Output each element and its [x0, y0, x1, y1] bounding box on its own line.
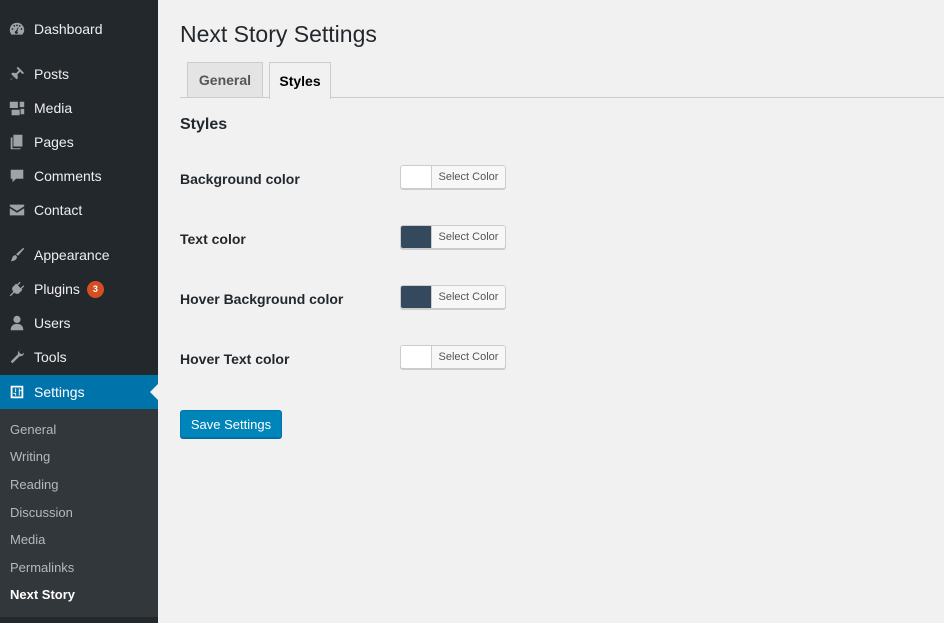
settings-submenu: General Writing Reading Discussion Media…: [0, 409, 158, 617]
menu-item-tools[interactable]: Tools: [0, 340, 158, 374]
media-icon: [0, 91, 34, 125]
wrench-icon: [0, 340, 34, 374]
plug-icon: [0, 272, 34, 306]
submenu-item-permalinks[interactable]: Permalinks: [10, 560, 74, 575]
menu-label: Media: [34, 100, 73, 116]
brush-icon: [0, 238, 34, 272]
save-settings-button[interactable]: Save Settings: [180, 410, 282, 438]
color-swatch: [401, 226, 432, 248]
pages-icon: [0, 125, 34, 159]
update-count-badge: 3: [86, 280, 104, 298]
admin-sidebar: Dashboard Posts Media Pages Comments Con…: [0, 0, 158, 623]
submenu-item-discussion[interactable]: Discussion: [10, 505, 73, 520]
hover-background-color-label: Hover Background color: [180, 291, 344, 307]
pin-icon: [0, 57, 34, 91]
menu-label: Contact: [34, 202, 83, 218]
menu-label: Comments: [34, 168, 102, 184]
background-color-label: Background color: [180, 171, 300, 187]
hover-background-color-picker[interactable]: Select Color: [400, 285, 506, 309]
menu-label: Appearance: [34, 247, 110, 263]
menu-label: Users: [34, 315, 71, 331]
hover-text-color-picker[interactable]: Select Color: [400, 345, 506, 369]
menu-item-users[interactable]: Users: [0, 306, 158, 340]
select-color-button[interactable]: Select Color: [432, 166, 505, 188]
page-title: Next Story Settings: [180, 21, 377, 47]
text-color-picker[interactable]: Select Color: [400, 225, 506, 249]
submenu-item-reading[interactable]: Reading: [10, 477, 58, 492]
menu-item-posts[interactable]: Posts: [0, 57, 158, 91]
submenu-item-next-story[interactable]: Next Story: [10, 587, 75, 602]
user-icon: [0, 306, 34, 340]
envelope-icon: [0, 193, 34, 227]
dashboard-icon: [0, 12, 34, 46]
section-title: Styles: [180, 116, 228, 133]
color-swatch: [401, 286, 432, 308]
menu-label: Settings: [34, 384, 85, 400]
menu-item-appearance[interactable]: Appearance: [0, 238, 158, 272]
menu-label: Tools: [34, 349, 67, 365]
select-color-button[interactable]: Select Color: [432, 346, 505, 368]
menu-item-media[interactable]: Media: [0, 91, 158, 125]
background-color-picker[interactable]: Select Color: [400, 165, 506, 189]
tab-styles[interactable]: Styles: [269, 62, 331, 99]
color-swatch: [401, 166, 432, 188]
menu-item-pages[interactable]: Pages: [0, 125, 158, 159]
hover-text-color-label: Hover Text color: [180, 351, 290, 367]
comment-icon: [0, 159, 34, 193]
select-color-button[interactable]: Select Color: [432, 286, 505, 308]
menu-item-contact[interactable]: Contact: [0, 193, 158, 227]
select-color-button[interactable]: Select Color: [432, 226, 505, 248]
menu-item-settings[interactable]: Settings: [0, 375, 158, 409]
tab-general[interactable]: General: [187, 62, 263, 97]
menu-label: Posts: [34, 66, 70, 82]
color-swatch: [401, 346, 432, 368]
menu-label: Dashboard: [34, 21, 103, 37]
menu-item-comments[interactable]: Comments: [0, 159, 158, 193]
submenu-item-writing[interactable]: Writing: [10, 449, 50, 464]
menu-label: Pages: [34, 134, 74, 150]
menu-item-dashboard[interactable]: Dashboard: [0, 12, 158, 46]
submenu-item-media[interactable]: Media: [10, 532, 45, 547]
text-color-label: Text color: [180, 231, 246, 247]
menu-label: Plugins: [34, 281, 80, 297]
menu-item-plugins[interactable]: Plugins 3: [0, 272, 158, 306]
settings-tabs: General Styles: [180, 62, 944, 99]
settings-icon: [0, 375, 34, 409]
submenu-item-general[interactable]: General: [10, 422, 56, 437]
